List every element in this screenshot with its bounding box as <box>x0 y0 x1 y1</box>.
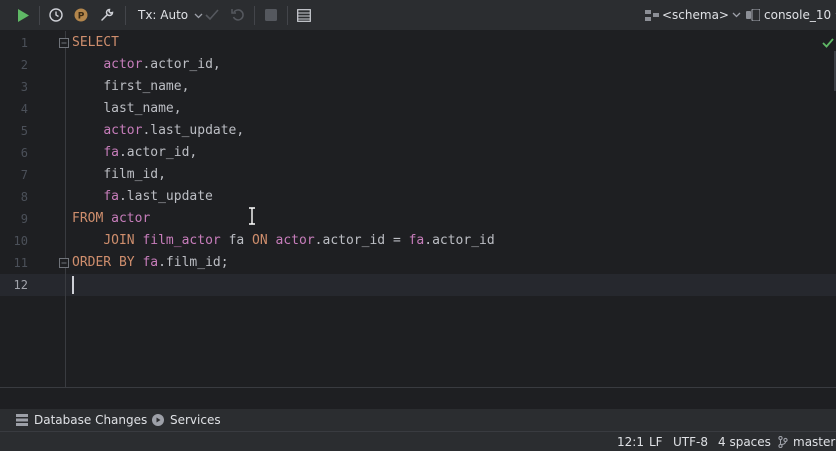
toolbar-separator <box>287 6 288 25</box>
line-number: 9 <box>20 212 28 226</box>
line-number-active: 12 <box>13 278 28 292</box>
console-label: console_10 <box>764 8 832 22</box>
code-line: ORDER BY fa.film_id; <box>72 252 495 274</box>
tool-window-bar: Database Changes Services <box>0 408 836 431</box>
layers-icon <box>16 414 28 426</box>
column-ref: first_name, <box>103 79 190 94</box>
code-line: SELECT <box>72 32 495 54</box>
services-label: Services <box>170 413 221 427</box>
caret-position[interactable]: 12:1 <box>617 435 644 449</box>
text-caret <box>72 276 74 294</box>
table-ref: film_actor <box>142 233 221 248</box>
table-ref: actor <box>111 211 151 226</box>
code-line: fa.actor_id, <box>72 142 495 164</box>
undo-icon[interactable] <box>227 4 249 26</box>
fold-icon[interactable] <box>59 38 69 48</box>
column-ref: film_id, <box>103 167 166 182</box>
indent-setting[interactable]: 4 spaces <box>718 435 771 449</box>
fold-end-icon[interactable] <box>59 258 69 268</box>
column-ref: .last_update <box>118 189 213 204</box>
code-line: last_name, <box>72 98 495 120</box>
clock-icon[interactable] <box>45 4 67 26</box>
chevron-down-icon <box>732 12 741 18</box>
keyword: SELECT <box>72 35 119 50</box>
toolbar-separator <box>125 6 126 25</box>
code-line: first_name, <box>72 76 495 98</box>
table-ref: fa <box>103 189 119 204</box>
keyword: FROM <box>72 211 104 226</box>
stop-icon[interactable] <box>260 4 282 26</box>
play-icon[interactable] <box>12 4 34 26</box>
svg-text:P: P <box>78 12 85 22</box>
table-ref: actor <box>103 123 143 138</box>
code-line: FROM actor <box>72 208 495 230</box>
transaction-mode-label: Tx: Auto <box>138 8 189 22</box>
keyword: ORDER BY <box>72 255 135 270</box>
schema-icon <box>645 9 659 21</box>
branch-icon <box>778 436 788 448</box>
wrench-icon[interactable] <box>96 4 118 26</box>
console-icon <box>746 9 760 21</box>
code-line: film_id, <box>72 164 495 186</box>
toolbar-separator <box>39 6 40 25</box>
table-ref: fa <box>142 255 159 270</box>
column-ref: .actor_id, <box>142 57 221 72</box>
console-selector[interactable]: console_10 <box>746 8 836 22</box>
schema-selector[interactable]: <schema> <box>645 8 741 22</box>
git-branch[interactable]: master <box>778 435 835 449</box>
branch-label: master <box>793 435 836 449</box>
schema-label: <schema> <box>662 8 729 22</box>
line-number: 3 <box>20 80 28 94</box>
column-ref: .last_update, <box>142 123 245 138</box>
line-number: 5 <box>20 124 28 138</box>
table-ref: actor <box>275 233 315 248</box>
p-circle-icon[interactable]: P <box>70 4 92 26</box>
column-ref: .actor_id, <box>118 145 198 160</box>
column-ref: last_name, <box>103 101 182 116</box>
checkmark-icon[interactable] <box>201 4 223 26</box>
line-number: 1 <box>20 36 28 50</box>
line-separator[interactable]: LF <box>649 435 663 449</box>
keyword: JOIN <box>103 233 135 248</box>
toolbar-separator <box>254 6 255 25</box>
services-icon <box>152 414 164 426</box>
editor-bottom-area <box>0 387 836 408</box>
line-number: 8 <box>20 190 28 204</box>
code-line: JOIN film_actor fa ON actor.actor_id = f… <box>72 230 495 252</box>
line-number-gutter: 1 2 3 4 5 6 7 8 9 10 11 12 <box>0 31 66 387</box>
table-ref: fa <box>408 233 425 248</box>
transaction-mode-dropdown[interactable]: Tx: Auto <box>138 8 203 22</box>
alias: fa <box>228 233 245 248</box>
sql-editor[interactable]: 1 2 3 4 5 6 7 8 9 10 11 12 SELECT actor.… <box>0 31 836 387</box>
file-encoding[interactable]: UTF-8 <box>673 435 708 449</box>
code-area[interactable]: SELECT actor.actor_id, first_name, last_… <box>72 32 495 296</box>
line-number: 10 <box>13 234 28 248</box>
line-number: 6 <box>20 146 28 160</box>
services-tab[interactable]: Services <box>152 413 221 427</box>
table-ref: actor <box>103 57 143 72</box>
database-changes-tab[interactable]: Database Changes <box>16 413 147 427</box>
column-ref: .actor_id = <box>314 233 409 248</box>
inspection-ok-icon[interactable] <box>822 38 834 48</box>
column-ref: .film_id; <box>158 255 229 270</box>
line-number: 7 <box>20 168 28 182</box>
gutter-divider <box>65 31 66 387</box>
column-ref: .actor_id <box>424 233 495 248</box>
database-changes-label: Database Changes <box>34 413 148 427</box>
ibeam-cursor-icon <box>249 207 255 225</box>
status-bar: 12:1 LF UTF-8 4 spaces master <box>0 431 836 451</box>
code-line: fa.last_update <box>72 186 495 208</box>
table-icon[interactable] <box>293 4 315 26</box>
toolbar: P Tx: Auto <schema> console_10 <box>0 0 836 31</box>
code-line: actor.last_update, <box>72 120 495 142</box>
table-ref: fa <box>103 145 119 160</box>
keyword: ON <box>252 233 268 248</box>
code-line: actor.actor_id, <box>72 54 495 76</box>
line-number: 11 <box>13 256 28 270</box>
line-number: 4 <box>20 102 28 116</box>
line-number: 2 <box>20 58 28 72</box>
